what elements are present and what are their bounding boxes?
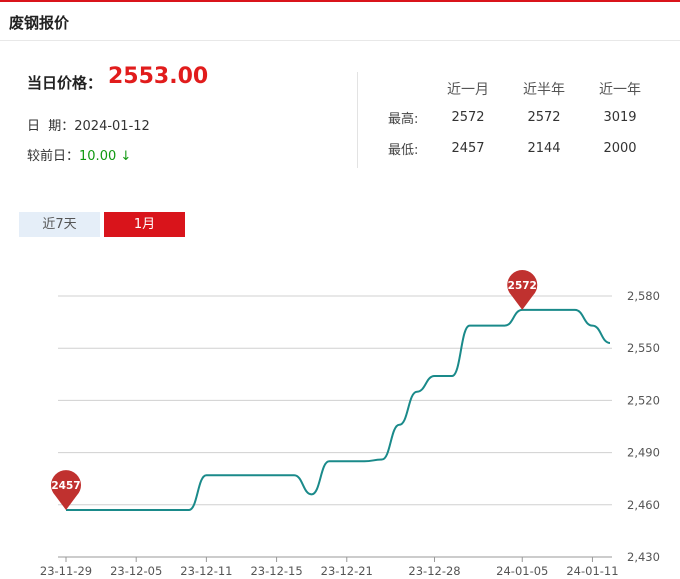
- y-tick-label: 2,460: [627, 498, 660, 512]
- y-tick-label: 2,430: [627, 550, 660, 564]
- x-tick-label: 23-12-28: [408, 564, 460, 578]
- x-tick-label: 23-11-29: [40, 564, 92, 578]
- series-line: [66, 308, 611, 512]
- pin-label: 2572: [508, 280, 537, 292]
- x-tick-label: 23-12-11: [180, 564, 232, 578]
- x-tick-label: 23-12-05: [110, 564, 162, 578]
- pin-label: 2457: [51, 480, 80, 492]
- y-tick-label: 2,490: [627, 446, 660, 460]
- price-line-chart: 2,430 2,460 2,490 2,520 2,550 2,580 23-11-29 23…: [40, 270, 660, 578]
- x-tick-label: 23-12-21: [321, 564, 373, 578]
- x-tick-label: 23-12-15: [250, 564, 302, 578]
- y-tick-label: 2,550: [627, 341, 660, 355]
- y-tick-label: 2,520: [627, 393, 660, 407]
- x-tick-label: 24-01-05: [496, 564, 548, 578]
- y-tick-label: 2,580: [627, 289, 660, 303]
- x-tick-label: 24-01-11: [566, 564, 618, 578]
